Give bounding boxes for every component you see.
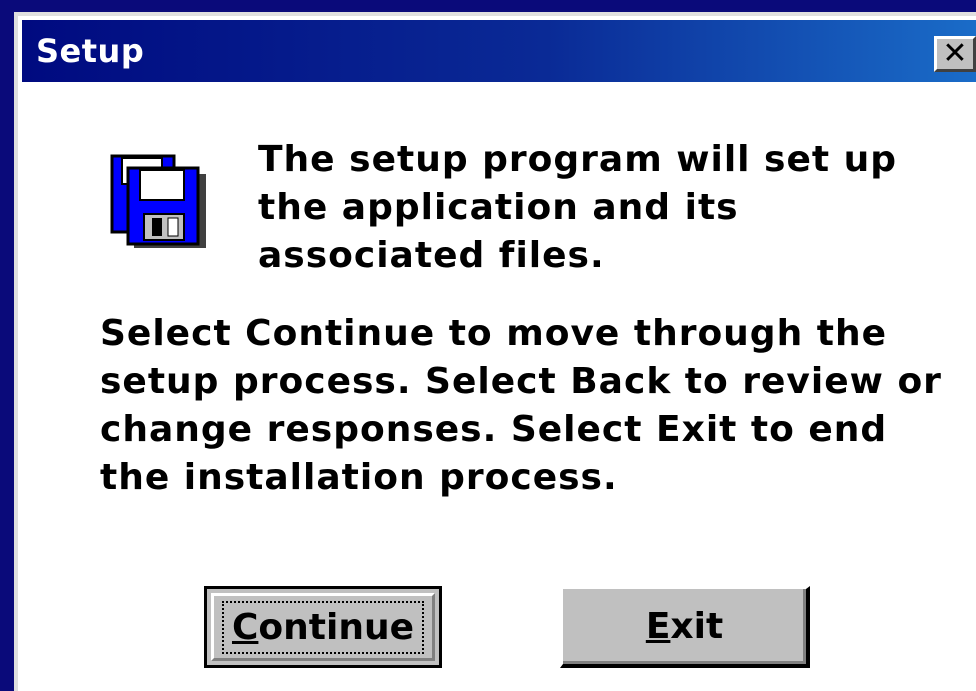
exit-button-label: Exit <box>646 606 723 647</box>
intro-text: The setup program will set up the applic… <box>258 139 898 276</box>
continue-button-face: Continue <box>211 593 435 661</box>
close-button[interactable]: ✕ <box>934 36 976 72</box>
dialog-frame: Setup ✕ The setup program will set up th… <box>14 12 976 691</box>
dialog-content: The setup program will set up the applic… <box>22 82 976 691</box>
window-title: Setup <box>36 32 145 70</box>
setup-window: Setup ✕ The setup program will set up th… <box>0 0 976 691</box>
exit-button[interactable]: Exit <box>560 586 810 668</box>
floppy-disk-icon <box>110 154 206 248</box>
instructions-text: Select Continue to move through the setu… <box>100 313 942 498</box>
continue-label-rest: ontinue <box>258 606 414 648</box>
continue-mnemonic: C <box>231 606 259 648</box>
exit-label-rest: xit <box>670 606 724 647</box>
title-bar[interactable]: Setup ✕ <box>22 20 976 82</box>
close-icon: ✕ <box>942 36 968 71</box>
continue-button-label: Continue <box>221 600 424 654</box>
exit-mnemonic: E <box>645 606 671 647</box>
continue-button[interactable]: Continue <box>204 586 442 668</box>
